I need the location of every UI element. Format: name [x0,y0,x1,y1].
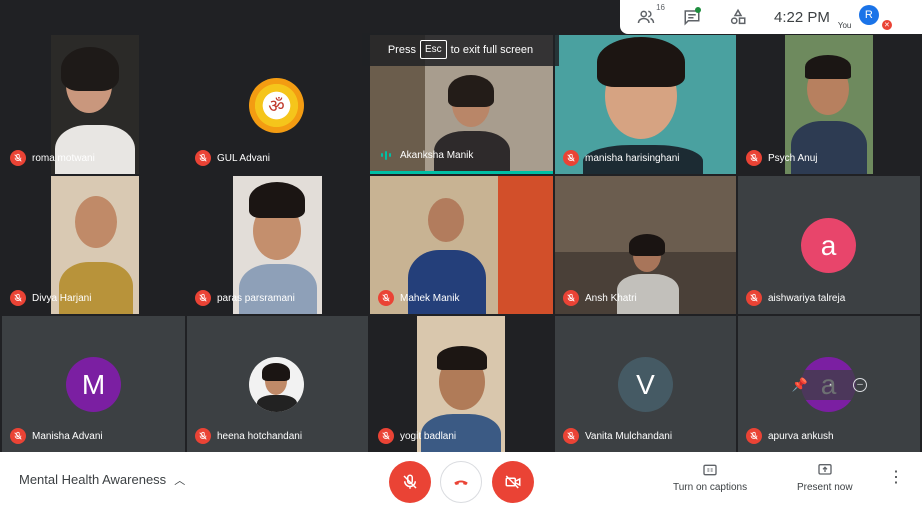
mic-off-icon [746,290,762,306]
participant-name-tag: aishwariya talreja [746,290,845,306]
mic-off-icon [195,428,211,444]
participant-name-tag: apurva ankush [746,428,834,444]
mic-off-icon [746,150,762,166]
participant-name-tag: GUL Advani [195,150,270,166]
participant-name: roma motwani [32,152,95,164]
participant-tile[interactable]: V Vanita Mulchandani [555,316,736,452]
participant-name: Manisha Advani [32,430,103,442]
people-icon[interactable]: 16 [634,3,665,29]
captions-icon [702,462,718,478]
captions-button[interactable]: Turn on captions [673,462,747,493]
participant-avatar: M [66,357,121,412]
self-avatar-initial: R [858,5,879,25]
participant-name-tag: Akanksha Manik [378,147,473,163]
participant-tile[interactable]: Psych Anuj [738,35,920,174]
participant-photo-avatar [249,357,304,412]
mic-off-icon [10,290,26,306]
participant-name: GUL Advani [217,152,270,164]
participant-tile[interactable]: roma motwani [2,35,185,174]
self-mic-off-icon: ✕ [881,20,892,30]
participant-name: Akanksha Manik [400,149,474,161]
mic-off-icon [563,290,579,306]
mic-off-icon [195,150,211,166]
mic-off-icon [378,428,394,444]
present-now-button[interactable]: Present now [797,462,853,493]
remove-icon[interactable]: – [853,378,868,392]
participant-avatar: V [618,357,673,412]
participant-name-tag: Mahek Manik [378,290,459,306]
participant-name: yogit badlani [400,430,457,442]
chevron-up-icon: ︿ [174,474,186,487]
participant-name: manisha harisinghani [585,152,680,164]
participant-count: 16 [656,3,665,12]
participant-name-tag: Manisha Advani [10,428,103,444]
participant-tile[interactable]: a aishwariya talreja [738,176,920,314]
participant-tile[interactable]: Mahek Manik [370,176,553,314]
participant-name-tag: Vanita Mulchandani [563,428,672,444]
participant-name: aishwariya talreja [768,292,846,304]
bottom-control-bar: Mental Health Awareness ︿ Turn on captio… [0,452,922,507]
participant-name-tag: manisha harisinghani [563,150,680,166]
activities-icon[interactable] [726,5,750,29]
participant-tile[interactable]: ॐ GUL Advani [187,35,368,174]
participant-name: Divya Harjani [32,292,92,304]
meeting-details-toggle[interactable]: Mental Health Awareness ︿ [19,452,185,507]
meet-window: 16 4:22 PM You R ✕ Press Esc to exit ful… [0,0,922,507]
participant-name-tag: paras parsramani [195,290,295,306]
self-avatar[interactable]: You R ✕ [838,0,892,34]
mic-off-icon [563,150,579,166]
esc-key: Esc [419,40,447,59]
fullscreen-hint-text: Press [387,43,416,56]
participant-avatar: a [801,218,856,273]
clock: 4:22 PM [774,8,830,26]
present-label: Present now [797,482,853,493]
fullscreen-hint: Press Esc to exit full screen [362,33,559,66]
mic-off-icon [10,428,26,444]
participant-name-tag: Ansh Khatri [563,290,637,306]
mic-off-icon [195,290,211,306]
participant-name: Psych Anuj [768,152,818,164]
mic-off-icon [746,428,762,444]
participant-name: Mahek Manik [400,292,460,304]
leave-call-button[interactable] [440,461,482,503]
participant-tile[interactable]: manisha harisinghani [555,35,736,174]
participant-name: Vanita Mulchandani [585,430,673,442]
participant-name: Ansh Khatri [585,292,637,304]
participant-tile[interactable]: paras parsramani [187,176,368,314]
participant-name-tag: heena hotchandani [195,428,302,444]
microphone-off-button[interactable] [389,461,431,503]
captions-label: Turn on captions [673,482,748,493]
top-status-bar: 16 4:22 PM You R ✕ [620,0,922,34]
mic-off-icon [10,150,26,166]
participant-name-tag: roma motwani [10,150,95,166]
participant-name-tag: Psych Anuj [746,150,817,166]
meeting-title: Mental Health Awareness [19,472,167,487]
participant-tile[interactable]: Ansh Khatri [555,176,736,314]
self-label: You [837,21,852,30]
mic-off-icon [563,428,579,444]
camera-off-button[interactable] [492,461,534,503]
participant-tile[interactable]: M Manisha Advani [2,316,185,452]
participant-name: apurva ankush [768,430,834,442]
present-icon [817,462,833,478]
chat-icon[interactable] [680,5,704,29]
participant-name-tag: Divya Harjani [10,290,91,306]
more-options-icon[interactable]: ⋮ [888,470,904,486]
mic-off-icon [378,290,394,306]
mute-participant-icon[interactable]: · [828,376,833,394]
speaking-indicator-icon [378,147,394,163]
om-logo: ॐ [249,78,304,133]
participant-name-tag: yogit badlani [378,428,456,444]
participant-tile[interactable]: heena hotchandani [187,316,368,452]
participant-name: paras parsramani [217,292,295,304]
participant-name: heena hotchandani [217,430,303,442]
participant-tile[interactable]: yogit badlani [370,316,553,452]
pin-icon[interactable]: 📌 [792,377,808,393]
chat-unread-dot [695,7,701,13]
tile-hover-controls: 📌 · – [782,370,877,400]
fullscreen-hint-text: to exit full screen [450,43,534,56]
participant-tile[interactable]: Divya Harjani [2,176,185,314]
